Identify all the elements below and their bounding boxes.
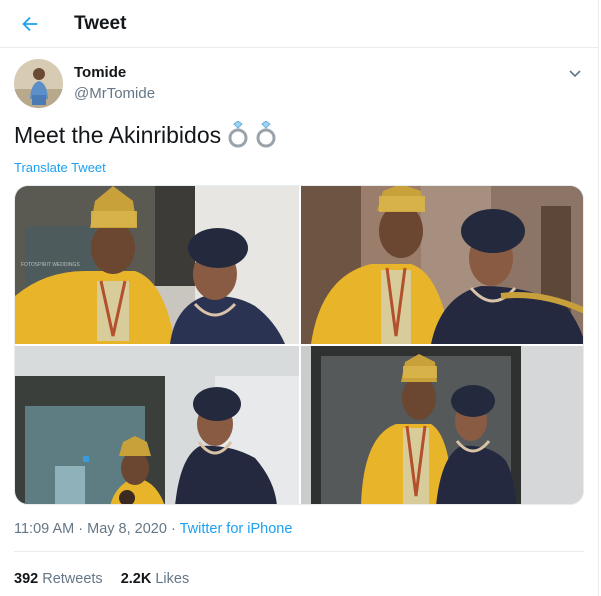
translate-tweet-link[interactable]: Translate Tweet [14,160,106,175]
divider [14,551,584,552]
back-button[interactable] [14,8,46,40]
header: Tweet [0,0,599,48]
retweets-count: 392 [14,571,39,587]
svg-text:FOTOSPIRIT WEDDINGS: FOTOSPIRIT WEDDINGS [21,262,80,268]
media-grid: FOTOSPIRIT WEDDINGS [14,185,584,505]
likes-stat[interactable]: 2.2K Likes [121,571,190,587]
author-handle[interactable]: @MrTomide [74,85,155,102]
tweet-meta: 11:09 AM · May 8, 2020 · Twitter for iPh… [14,521,292,537]
page-title: Tweet [74,13,127,34]
meta-separator: · [78,521,84,537]
tweet-photo-1[interactable]: FOTOSPIRIT WEDDINGS [15,186,299,344]
tweet-time[interactable]: 11:09 AM [14,521,74,537]
tweet-page: Tweet Tomide @MrTomide Meet the Akinribi… [0,0,599,596]
chevron-down-icon [569,70,581,78]
retweets-stat[interactable]: 392 Retweets [14,571,103,587]
avatar[interactable] [14,59,63,108]
tweet-source-link[interactable]: Twitter for iPhone [180,521,293,537]
meta-separator: · [170,521,176,537]
ring-emoji-group [227,121,277,149]
ring-icon [228,121,248,148]
author-display-name[interactable]: Tomide [74,64,126,81]
likes-count: 2.2K [120,571,152,587]
tweet-photo-4[interactable] [301,346,583,504]
tweet-text: Meet the Akinribidos [14,121,277,149]
tweet-date[interactable]: May 8, 2020 [87,521,167,537]
tweet-text-content: Meet the Akinribidos [14,121,222,148]
retweets-label: Retweets [42,571,103,587]
tweet-stats: 392 Retweets 2.2K Likes [14,571,189,587]
tweet-photo-2[interactable] [301,186,583,344]
arrow-left-icon [22,16,38,32]
likes-label: Likes [155,571,190,587]
tweet-photo-3[interactable] [15,346,299,504]
ring-icon [256,121,276,148]
more-options-button[interactable] [562,60,588,86]
